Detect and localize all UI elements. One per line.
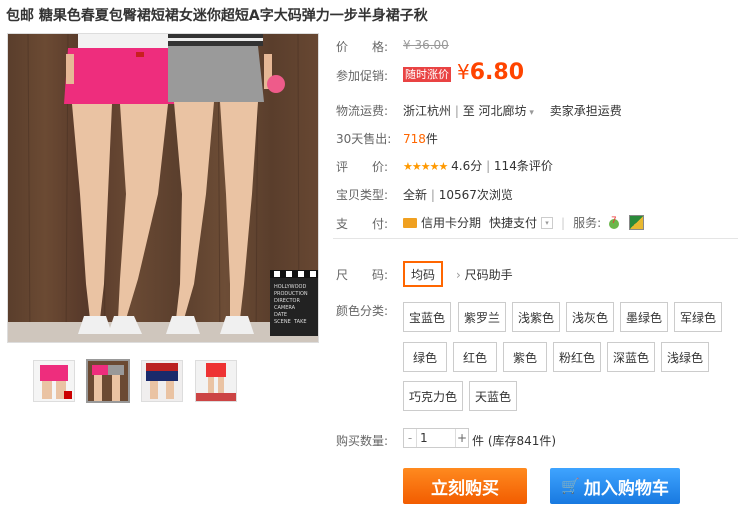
rating-info: ★★★★★ 4.6分 | 114条评价: [403, 159, 553, 173]
stock-info: 件 (库存841件): [472, 434, 557, 448]
clapper-text-3: DIRECTOR: [274, 298, 300, 304]
ship-sep: 至: [462, 104, 475, 118]
size-label: 尺 码:: [336, 268, 389, 282]
color-option[interactable]: 浅灰色: [566, 302, 614, 332]
clapper-text-4: CAMERA: [274, 305, 296, 311]
type-info: 全新 | 10567次浏览: [403, 188, 513, 202]
color-option[interactable]: 墨绿色: [620, 302, 668, 332]
color-label: 颜色分类:: [336, 304, 389, 318]
seven-day-return-icon: 7: [607, 216, 621, 230]
guarantee-icon: [629, 215, 645, 230]
product-photo: HOLLYWOOD PRODUCTION DIRECTOR CAMERA DAT…: [8, 34, 318, 342]
promo-price: ¥6.80: [457, 60, 524, 85]
quantity-stepper: - 1 +: [403, 428, 469, 448]
color-option[interactable]: 浅绿色: [661, 342, 709, 372]
thumbnail-1[interactable]: [33, 360, 75, 402]
size-option-one-size[interactable]: 均码: [403, 261, 443, 287]
shipping-note: 卖家承担运费: [549, 104, 622, 118]
cart-icon: 🛒: [561, 477, 580, 495]
clapper-text-1: HOLLYWOOD: [274, 284, 306, 290]
quantity-input[interactable]: 1: [420, 431, 428, 445]
quantity-increase-button[interactable]: +: [455, 429, 468, 447]
rating-label: 评 价:: [336, 160, 389, 174]
sales-label: 30天售出:: [336, 132, 392, 146]
quantity-decrease-button[interactable]: -: [404, 429, 417, 447]
thumbnail-3[interactable]: [141, 360, 183, 402]
add-to-cart-button[interactable]: 🛒 加入购物车: [550, 468, 680, 504]
color-option[interactable]: 浅紫色: [512, 302, 560, 332]
payment-info: 信用卡分期 快捷支付 ▾ | 服务: 7: [403, 214, 645, 231]
color-option[interactable]: 粉红色: [553, 342, 601, 372]
thumbnail-4[interactable]: [195, 360, 237, 402]
chevron-right-icon: ›: [456, 268, 461, 282]
color-option[interactable]: 深蓝色: [607, 342, 655, 372]
color-option[interactable]: 巧克力色: [403, 381, 463, 411]
product-title: 包邮 糖果色春夏包臀裙短裙女迷你超短A字大码弹力一步半身裙子秋: [6, 8, 428, 24]
quick-pay[interactable]: 快捷支付: [489, 214, 537, 231]
thumbnail-2[interactable]: [86, 359, 130, 403]
svg-text:7: 7: [611, 216, 617, 226]
size-helper-link[interactable]: › 尺码助手: [456, 266, 513, 283]
color-option[interactable]: 军绿色: [674, 302, 722, 332]
clapper-text-5: DATE: [274, 312, 287, 318]
chevron-down-icon: ▾: [526, 108, 534, 118]
clapper-text-2: PRODUCTION: [274, 291, 308, 297]
color-option[interactable]: 紫色: [503, 342, 547, 372]
promo-amount: 6.80: [469, 60, 525, 85]
color-option[interactable]: 绿色: [403, 342, 447, 372]
credit-card-icon: [403, 217, 417, 228]
shipping-label: 物流运费:: [336, 104, 389, 118]
price-label: 价 格:: [336, 40, 389, 54]
buy-now-button[interactable]: 立刻购买: [403, 468, 527, 504]
quantity-label: 购买数量:: [336, 434, 389, 448]
color-option[interactable]: 红色: [453, 342, 497, 372]
product-main-image[interactable]: HOLLYWOOD PRODUCTION DIRECTOR CAMERA DAT…: [7, 33, 319, 343]
color-option[interactable]: 宝蓝色: [403, 302, 451, 332]
payment-label: 支 付:: [336, 217, 389, 231]
ship-to[interactable]: 河北廊坊: [479, 104, 527, 118]
review-count-link[interactable]: 114条评价: [494, 159, 553, 173]
promo-tag: 随时涨价: [403, 67, 451, 82]
chevron-down-icon: ▾: [541, 216, 554, 229]
color-option[interactable]: 紫罗兰: [458, 302, 506, 332]
rating-score: 4.6分: [451, 159, 483, 173]
sales-count: 718件: [403, 132, 438, 146]
shipping-info: 浙江杭州 | 至 河北廊坊 ▾ 卖家承担运费: [403, 104, 622, 118]
color-option[interactable]: 天蓝色: [469, 381, 517, 411]
type-label: 宝贝类型:: [336, 188, 389, 202]
original-price: ¥ 36.00: [403, 38, 449, 52]
star-rating-icon: ★★★★★: [403, 160, 448, 173]
service-label: 服务:: [573, 216, 602, 230]
clapper-text-7: TAKE: [293, 319, 307, 325]
installment-link[interactable]: 信用卡分期: [421, 214, 481, 231]
ship-from: 浙江杭州: [403, 104, 452, 118]
divider: [333, 238, 738, 239]
clapper-text-6: SCENE: [274, 319, 291, 325]
promo-label: 参加促销:: [336, 69, 389, 83]
currency-symbol: ¥: [457, 60, 470, 84]
